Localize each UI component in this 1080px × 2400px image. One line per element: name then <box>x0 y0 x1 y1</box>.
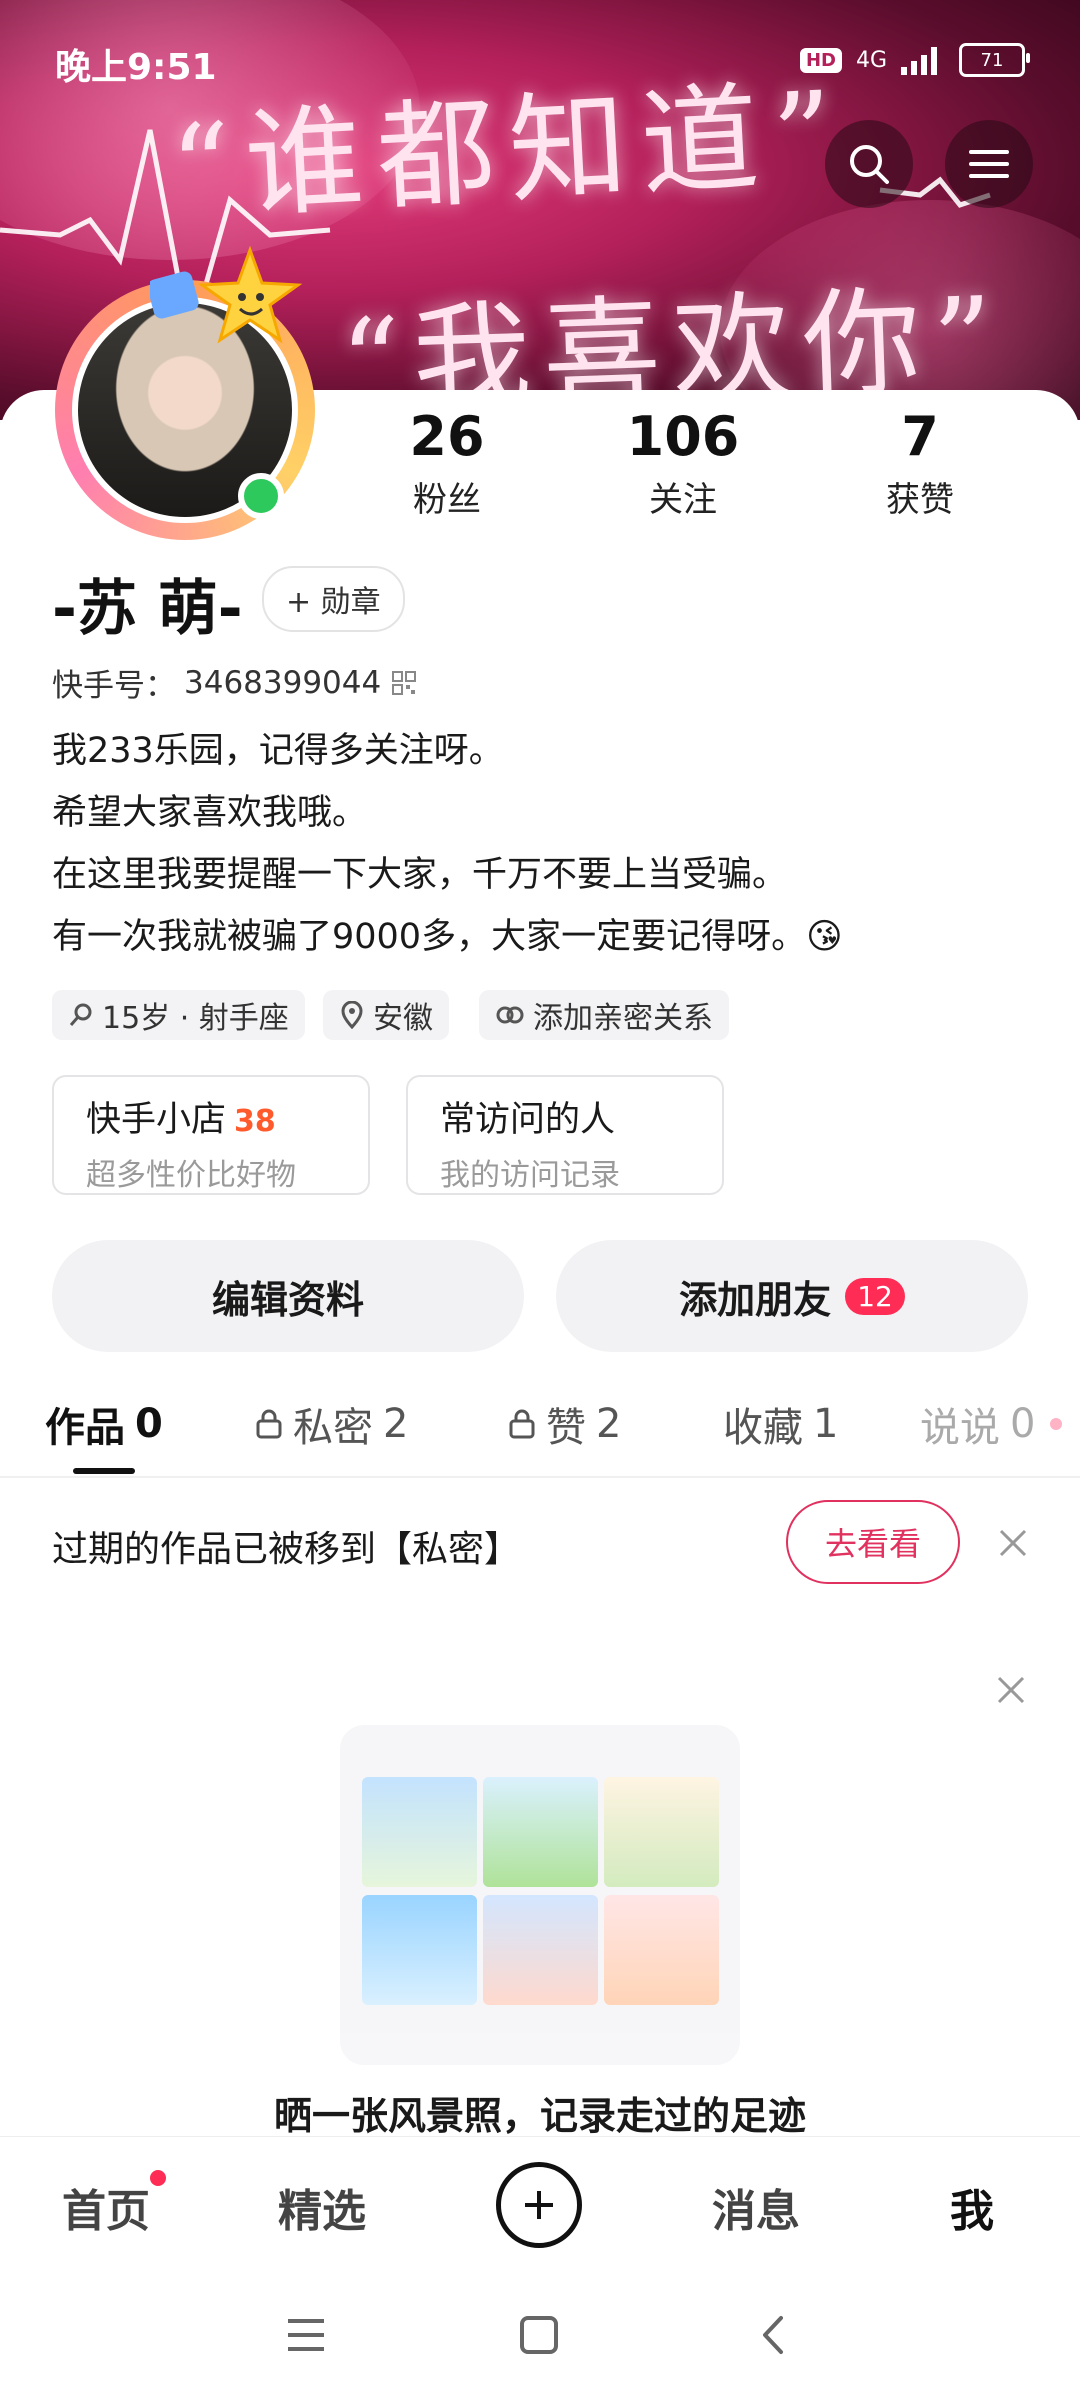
tab-count: 2 <box>596 1401 622 1447</box>
tab-count: 0 <box>135 1401 163 1447</box>
tag-label: 15岁 · 射手座 <box>102 1001 289 1036</box>
tab-moments[interactable]: 说说 0 <box>920 1395 1035 1453</box>
nav-me[interactable]: 我 <box>950 2175 994 2239</box>
bio-line: 在这里我要提醒一下大家，千万不要上当受骗。 <box>52 855 788 895</box>
button-label: 编辑资料 <box>211 1277 364 1322</box>
stat-number: 106 <box>626 405 740 468</box>
battery-level: 71 <box>980 49 1004 71</box>
menu-icon <box>969 150 1009 178</box>
status-icons: HD 4G 71 <box>799 40 1030 80</box>
edit-profile-button[interactable]: 编辑资料 <box>52 1240 524 1352</box>
menu-button[interactable] <box>945 120 1033 208</box>
button-label: 添加朋友 <box>679 1277 832 1322</box>
banner-text-line1: “谁都知道” <box>167 64 851 238</box>
bio-line: 有一次我就被骗了9000多，大家一定要记得呀。😘 <box>52 917 843 957</box>
tab-favorites[interactable]: 收藏 1 <box>723 1395 838 1453</box>
tab-count: 2 <box>383 1401 409 1447</box>
recent-apps-icon[interactable] <box>284 2315 328 2355</box>
nav-messages[interactable]: 消息 <box>712 2175 800 2239</box>
lock-icon <box>256 1409 282 1439</box>
shop-count: 38 <box>234 1104 276 1139</box>
location-pin-icon <box>341 1001 363 1029</box>
tab-private[interactable]: 私密 2 <box>255 1395 408 1453</box>
star-sticker-icon <box>150 245 303 344</box>
card-subtitle: 超多性价比好物 <box>86 1158 296 1193</box>
stat-number: 7 <box>901 405 939 468</box>
friend-request-badge: 12 <box>845 1277 905 1315</box>
tag-label: 安徽 <box>373 1001 433 1036</box>
shop-card[interactable]: 快手小店 38 超多性价比好物 <box>52 1075 370 1195</box>
tag-label: 添加亲密关系 <box>533 1001 713 1036</box>
tab-label: 收藏 <box>723 1405 803 1451</box>
create-button[interactable] <box>496 2162 582 2248</box>
card-subtitle: 我的访问记录 <box>440 1158 620 1193</box>
bio-line: 我233乐园，记得多关注呀。 <box>52 731 504 771</box>
nav-featured[interactable]: 精选 <box>278 2175 366 2239</box>
close-icon[interactable] <box>993 1672 1029 1708</box>
close-icon[interactable] <box>995 1525 1031 1561</box>
lock-icon <box>509 1409 535 1439</box>
stat-likes[interactable]: 7 获赞 <box>830 405 1010 521</box>
visitors-card[interactable]: 常访问的人 我的访问记录 <box>406 1075 724 1195</box>
divider <box>0 1476 1080 1478</box>
stat-number: 26 <box>409 405 485 468</box>
tab-label: 赞 <box>546 1405 586 1451</box>
plus-icon <box>525 2191 553 2219</box>
stat-label: 粉丝 <box>413 480 481 520</box>
home-notification-dot <box>150 2170 166 2186</box>
kuaishou-id[interactable]: 快手号： 3468399044 <box>52 660 419 705</box>
stat-followers[interactable]: 26 粉丝 <box>357 405 537 521</box>
link-rings-icon <box>496 1006 524 1024</box>
qrcode-icon[interactable] <box>389 668 419 698</box>
hd-icon: HD <box>799 47 842 73</box>
username: -苏 萌- <box>52 574 243 644</box>
home-icon[interactable] <box>518 2314 560 2356</box>
tag-age[interactable]: 15岁 · 射手座 <box>52 990 305 1040</box>
tab-count: 0 <box>1010 1401 1036 1447</box>
female-icon <box>69 1003 92 1026</box>
search-button[interactable] <box>825 120 913 208</box>
card-title: 快手小店 <box>86 1100 227 1140</box>
go-view-button[interactable]: 去看看 <box>786 1500 960 1584</box>
stat-label: 关注 <box>649 480 717 520</box>
network-label: 4G <box>855 47 887 73</box>
tag-location[interactable]: 安徽 <box>323 990 449 1040</box>
search-icon <box>850 145 889 184</box>
empty-state-caption: 晒一张风景照，记录走过的足迹 <box>273 2094 806 2138</box>
nav-home[interactable]: 首页 <box>62 2175 150 2239</box>
id-label: 快手号： <box>52 668 176 704</box>
notice-text: 过期的作品已被移到【私密】 <box>52 1529 521 1570</box>
tab-label: 说说 <box>920 1405 1000 1451</box>
stat-label: 获赞 <box>886 480 954 520</box>
card-title: 常访问的人 <box>440 1100 616 1140</box>
battery-icon: 71 <box>959 43 1030 77</box>
stat-following[interactable]: 106 关注 <box>593 405 773 521</box>
online-status-dot <box>238 473 284 519</box>
add-friends-button[interactable]: 添加朋友 12 <box>556 1240 1028 1352</box>
bio-line: 希望大家喜欢我哦。 <box>52 793 368 833</box>
tab-count: 1 <box>813 1401 839 1447</box>
tag-add-relationship[interactable]: 添加亲密关系 <box>479 990 729 1040</box>
add-medal-button[interactable]: + 勋章 <box>262 566 405 632</box>
tab-label: 作品 <box>45 1405 125 1451</box>
back-icon[interactable] <box>757 2312 789 2358</box>
tab-works[interactable]: 作品 0 <box>45 1395 163 1453</box>
id-value: 3468399044 <box>184 664 382 701</box>
tab-dot <box>1050 1418 1062 1430</box>
signal-icon <box>901 47 937 75</box>
status-time: 晚上9:51 <box>55 47 217 88</box>
empty-state-illustration <box>340 1725 740 2065</box>
active-tab-indicator <box>73 1468 135 1474</box>
tab-liked[interactable]: 赞 2 <box>508 1395 621 1453</box>
tab-label: 私密 <box>293 1405 373 1451</box>
